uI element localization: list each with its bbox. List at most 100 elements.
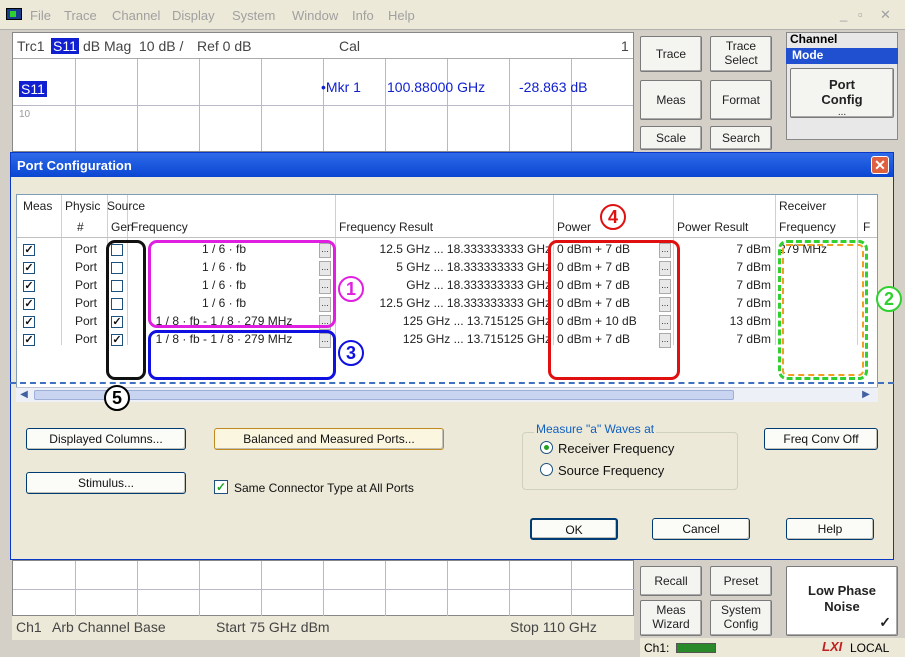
header-physical[interactable]: Physic [65, 199, 100, 213]
header-power-result[interactable]: Power Result [677, 220, 748, 234]
marker-label[interactable]: •Mkr 1 [321, 79, 361, 95]
marker-value: -28.863 dB [519, 79, 588, 95]
port-cell[interactable]: Port [75, 260, 105, 277]
menu-display[interactable]: Display [172, 8, 215, 23]
header-extra[interactable]: F [863, 220, 870, 234]
stop-frequency[interactable]: Stop 110 GHz [510, 619, 597, 635]
minimize-icon[interactable]: _ [840, 7, 847, 22]
recall-key[interactable]: Recall [640, 566, 702, 596]
power-result-cell: 7 dBm [736, 332, 771, 346]
table-row[interactable]: ✓ Port 1 / 6 · fb... GHz ... 18.333333333 G… [17, 277, 877, 295]
frequency-result-cell: 125 GHz ... 13.715125 GHz [402, 332, 551, 346]
restore-icon[interactable]: ▫ [858, 7, 863, 22]
channel-id[interactable]: Ch1 [16, 619, 42, 635]
header-receiver-frequency[interactable]: Frequency [779, 220, 836, 234]
header-power[interactable]: Power [557, 220, 591, 234]
close-icon[interactable]: ✕ [880, 7, 891, 23]
trace-label[interactable]: S11 [19, 81, 47, 97]
frequency-result-cell: GHz ... 18.333333333 GHz [406, 278, 551, 292]
port-cell[interactable]: Port [75, 314, 105, 331]
menu-info[interactable]: Info [352, 8, 374, 23]
trace-scale[interactable]: 10 dB / [139, 38, 183, 54]
meas-checkbox[interactable]: ✓ [23, 262, 35, 274]
header-source[interactable]: Source [107, 199, 145, 213]
menu-system[interactable]: System [232, 8, 275, 23]
help-button[interactable]: Help [786, 518, 874, 540]
header-frequency-result[interactable]: Frequency Result [339, 220, 433, 234]
frequency-result-cell: 125 GHz ... 13.715125 GHz [402, 314, 551, 328]
annotation-line [10, 382, 894, 384]
meas-wizard-key[interactable]: Meas Wizard [640, 600, 702, 636]
dialog-close-icon[interactable]: ✕ [871, 156, 889, 174]
grid-line [13, 589, 635, 590]
port-config-more: ... [837, 107, 847, 118]
menu-trace[interactable]: Trace [64, 8, 97, 23]
port-cell[interactable]: Port [75, 278, 105, 295]
checkmark-icon: ✓ [879, 614, 891, 630]
header-frequency[interactable]: Frequency [131, 220, 188, 234]
table-row[interactable]: ✓ Port 1 / 6 · fb... 5 GHz ... 18.333333333… [17, 259, 877, 277]
search-key[interactable]: Search [710, 126, 772, 150]
menu-window[interactable]: Window [292, 8, 338, 23]
trace-ref[interactable]: Ref 0 dB [197, 38, 251, 54]
channel-name[interactable]: Arb Channel Base [52, 619, 166, 635]
port-cell[interactable]: Port [75, 332, 105, 349]
measure-group-label: Measure "a" Waves at [534, 422, 657, 436]
scale-key[interactable]: Scale [640, 126, 702, 150]
annotation-marker-5: 5 [104, 385, 130, 411]
table-row[interactable]: ✓ Port 1 / 6 · fb... 12.5 GHz ... 18.333333… [17, 295, 877, 313]
scroll-left-icon[interactable]: ◀ [18, 389, 30, 401]
annotation-box-2 [778, 240, 868, 380]
port-cell[interactable]: Port [75, 296, 105, 313]
table-row[interactable]: ✓ Port ✓ 1 / 8 · fb - 1 / 8 · 279 MHz... 125… [17, 313, 877, 331]
meas-checkbox[interactable]: ✓ [23, 298, 35, 310]
power-result-cell: 7 dBm [736, 278, 771, 292]
app-icon[interactable] [6, 8, 22, 20]
trace-param[interactable]: S11 [51, 38, 79, 54]
annotation-box-4 [548, 240, 680, 380]
format-key[interactable]: Format [710, 80, 772, 120]
displayed-columns-button[interactable]: Displayed Columns... [26, 428, 186, 450]
low-phase-noise-label: Low Phase Noise [808, 583, 876, 614]
frequency-result-cell: 12.5 GHz ... 18.333333333 GHz [379, 296, 551, 310]
start-frequency[interactable]: Start 75 GHz dBm [216, 619, 330, 635]
header-number[interactable]: # [77, 220, 84, 234]
signal-level-icon [676, 643, 716, 653]
preset-key[interactable]: Preset [710, 566, 772, 596]
annotation-marker-2: 2 [876, 286, 902, 312]
meas-checkbox[interactable]: ✓ [23, 334, 35, 346]
meas-checkbox[interactable]: ✓ [23, 280, 35, 292]
scroll-thumb[interactable] [34, 390, 734, 400]
port-config-key[interactable]: Port Config ... [790, 68, 894, 118]
annotation-marker-4: 4 [600, 204, 626, 230]
menu-file[interactable]: File [30, 8, 51, 23]
header-meas[interactable]: Meas [23, 199, 52, 213]
trace-format[interactable]: dB Mag [83, 38, 131, 54]
same-connector-label: Same Connector Type at All Ports [234, 481, 414, 495]
horizontal-scrollbar[interactable]: ◀ ▶ [16, 387, 878, 402]
annotation-marker-3: 3 [338, 340, 364, 366]
meas-checkbox[interactable]: ✓ [23, 316, 35, 328]
header-receiver[interactable]: Receiver [779, 199, 826, 213]
scroll-right-icon[interactable]: ▶ [860, 389, 872, 401]
low-phase-noise-key[interactable]: Low Phase Noise ✓ [786, 566, 898, 636]
menu-channel[interactable]: Channel [112, 8, 160, 23]
same-connector-checkbox[interactable]: ✓ [214, 480, 228, 494]
system-config-key[interactable]: System Config [710, 600, 772, 636]
balanced-ports-button[interactable]: Balanced and Measured Ports... [214, 428, 444, 450]
receiver-frequency-radio[interactable] [540, 441, 553, 454]
meas-key[interactable]: Meas [640, 80, 702, 120]
table-row[interactable]: ✓ Port ✓ 1 / 8 · fb - 1 / 8 · 279 MHz... 125… [17, 331, 877, 349]
meas-checkbox[interactable]: ✓ [23, 244, 35, 256]
trace-key[interactable]: Trace [640, 36, 702, 72]
cancel-button[interactable]: Cancel [652, 518, 750, 540]
freq-conv-off-button[interactable]: Freq Conv Off [764, 428, 878, 450]
table-row[interactable]: ✓ Port 1 / 6 · fb... 12.5 GHz ... 18.333333… [17, 241, 877, 259]
menu-help[interactable]: Help [388, 8, 415, 23]
trace-id[interactable]: Trc1 [17, 38, 44, 54]
trace-select-key[interactable]: Trace Select [710, 36, 772, 72]
stimulus-button[interactable]: Stimulus... [26, 472, 186, 494]
source-frequency-radio[interactable] [540, 463, 553, 476]
port-cell[interactable]: Port [75, 242, 105, 259]
ok-button[interactable]: OK [530, 518, 618, 540]
